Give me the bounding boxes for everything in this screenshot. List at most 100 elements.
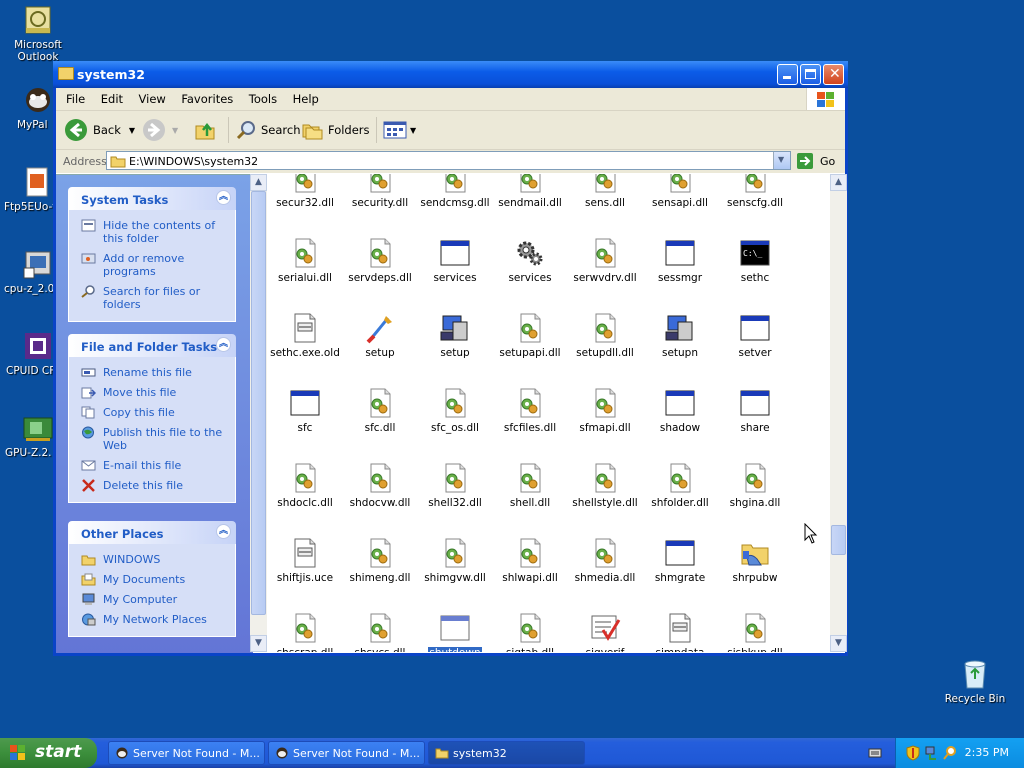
place-windows[interactable]: WINDOWS: [81, 553, 229, 566]
file-list-scrollbar[interactable]: ▲ ▼: [830, 174, 847, 652]
collapse-chevron-icon[interactable]: ︽: [216, 337, 231, 352]
file-item[interactable]: shfolder.dll: [642, 462, 718, 509]
shield-icon[interactable]: [906, 745, 920, 761]
menu-favorites[interactable]: Favorites: [175, 88, 239, 106]
file-item[interactable]: senscfg.dll: [717, 174, 793, 209]
taskbar-button-browser-2[interactable]: Server Not Found - M...: [268, 741, 425, 765]
task-delete-file[interactable]: Delete this file: [81, 479, 229, 492]
file-item[interactable]: setver: [717, 312, 793, 359]
desktop-icon-outlook[interactable]: Microsoft Outlook: [0, 4, 76, 63]
panel-header[interactable]: Other Places ︽: [68, 521, 236, 544]
chevron-down-icon[interactable]: ▼: [129, 126, 135, 135]
file-item[interactable]: sigverif: [567, 612, 643, 652]
file-item[interactable]: share: [717, 387, 793, 434]
file-item[interactable]: shimgvw.dll: [417, 537, 493, 584]
place-my-network-places[interactable]: My Network Places: [81, 613, 229, 626]
file-item[interactable]: setupn: [642, 312, 718, 359]
task-move-file[interactable]: Move this file: [81, 386, 229, 399]
file-item[interactable]: services: [417, 237, 493, 284]
search-button[interactable]: Search: [228, 117, 301, 143]
task-email-file[interactable]: E-mail this file: [81, 459, 229, 472]
folders-button[interactable]: Folders: [301, 117, 370, 143]
file-item[interactable]: sigtab.dll: [492, 612, 568, 652]
file-item[interactable]: setup: [342, 312, 418, 359]
scroll-thumb[interactable]: [831, 525, 846, 555]
file-item[interactable]: serwvdrv.dll: [567, 237, 643, 284]
task-copy-file[interactable]: Copy this file: [81, 406, 229, 419]
panel-header[interactable]: File and Folder Tasks ︽: [68, 334, 236, 357]
up-folder-button[interactable]: [193, 117, 217, 143]
file-item[interactable]: sfmapi.dll: [567, 387, 643, 434]
close-button[interactable]: ✕: [823, 64, 844, 85]
file-item[interactable]: shsvcs.dll: [342, 612, 418, 652]
file-item[interactable]: shmedia.dll: [567, 537, 643, 584]
task-publish-web[interactable]: Publish this file to the Web: [81, 426, 229, 452]
file-item[interactable]: sethc.exe.old: [267, 312, 343, 359]
file-item[interactable]: sfc_os.dll: [417, 387, 493, 434]
task-pane-scrollbar[interactable]: ▲ ▼: [250, 174, 267, 652]
file-item[interactable]: sendcmsg.dll: [417, 174, 493, 209]
menu-edit[interactable]: Edit: [95, 88, 129, 106]
file-item[interactable]: secur32.dll: [267, 174, 343, 209]
scroll-up-button[interactable]: ▲: [830, 174, 847, 191]
back-button[interactable]: Back ▼: [64, 117, 135, 143]
search-icon[interactable]: [943, 745, 957, 761]
collapse-chevron-icon[interactable]: ︽: [216, 524, 231, 539]
file-item[interactable]: shrpubw: [717, 537, 793, 584]
desktop-icon-recycle-bin[interactable]: Recycle Bin: [940, 658, 1010, 705]
address-dropdown-button[interactable]: ▼: [773, 152, 790, 169]
file-item[interactable]: sensapi.dll: [642, 174, 718, 209]
file-item[interactable]: serialui.dll: [267, 237, 343, 284]
file-item[interactable]: shell.dll: [492, 462, 568, 509]
task-rename-file[interactable]: Rename this file: [81, 366, 229, 379]
file-item[interactable]: sessmgr: [642, 237, 718, 284]
address-input[interactable]: E:\WINDOWS\system32 ▼: [106, 151, 791, 170]
file-item[interactable]: sfcfiles.dll: [492, 387, 568, 434]
scroll-thumb[interactable]: [251, 191, 266, 615]
file-item[interactable]: setupdll.dll: [567, 312, 643, 359]
file-item[interactable]: sisbkup.dll: [717, 612, 793, 652]
task-hide-contents[interactable]: Hide the contents of this folder: [81, 219, 229, 245]
collapse-chevron-icon[interactable]: ︽: [216, 190, 231, 205]
minimize-button[interactable]: [777, 64, 798, 85]
maximize-button[interactable]: [800, 64, 821, 85]
file-item[interactable]: shutdown: [417, 612, 493, 652]
file-item[interactable]: sens.dll: [567, 174, 643, 209]
place-my-documents[interactable]: My Documents: [81, 573, 229, 586]
scroll-up-button[interactable]: ▲: [250, 174, 267, 191]
file-item[interactable]: shgina.dll: [717, 462, 793, 509]
task-add-remove-programs[interactable]: Add or remove programs: [81, 252, 229, 278]
taskbar-button-system32[interactable]: system32: [428, 741, 585, 765]
file-item[interactable]: sfc.dll: [342, 387, 418, 434]
window-titlebar[interactable]: system32 ✕: [53, 61, 848, 88]
forward-button[interactable]: ▼: [142, 117, 178, 143]
go-button[interactable]: Go: [796, 151, 835, 171]
place-my-computer[interactable]: My Computer: [81, 593, 229, 606]
file-item[interactable]: C:\_ sethc: [717, 237, 793, 284]
file-item[interactable]: shdoclc.dll: [267, 462, 343, 509]
file-item[interactable]: shiftjis.uce: [267, 537, 343, 584]
file-item[interactable]: sfc: [267, 387, 343, 434]
file-item[interactable]: services: [492, 237, 568, 284]
file-item[interactable]: security.dll: [342, 174, 418, 209]
taskbar-button-browser-1[interactable]: Server Not Found - M...: [108, 741, 265, 765]
start-button[interactable]: start: [0, 738, 97, 768]
menu-view[interactable]: View: [133, 88, 172, 106]
keyboard-icon[interactable]: [868, 748, 882, 758]
file-item[interactable]: setupapi.dll: [492, 312, 568, 359]
file-item[interactable]: shmgrate: [642, 537, 718, 584]
file-item[interactable]: shimeng.dll: [342, 537, 418, 584]
menu-help[interactable]: Help: [287, 88, 325, 106]
file-item[interactable]: setup: [417, 312, 493, 359]
scroll-down-button[interactable]: ▼: [830, 635, 847, 652]
file-item[interactable]: shell32.dll: [417, 462, 493, 509]
file-item[interactable]: simpdata: [642, 612, 718, 652]
file-item[interactable]: shlwapi.dll: [492, 537, 568, 584]
scroll-down-button[interactable]: ▼: [250, 635, 267, 652]
file-item[interactable]: servdeps.dll: [342, 237, 418, 284]
file-item[interactable]: shellstyle.dll: [567, 462, 643, 509]
views-button[interactable]: ▼: [376, 117, 416, 143]
network-tray-icon[interactable]: [924, 745, 938, 761]
menu-tools[interactable]: Tools: [243, 88, 283, 106]
task-search-files[interactable]: Search for files or folders: [81, 285, 229, 311]
